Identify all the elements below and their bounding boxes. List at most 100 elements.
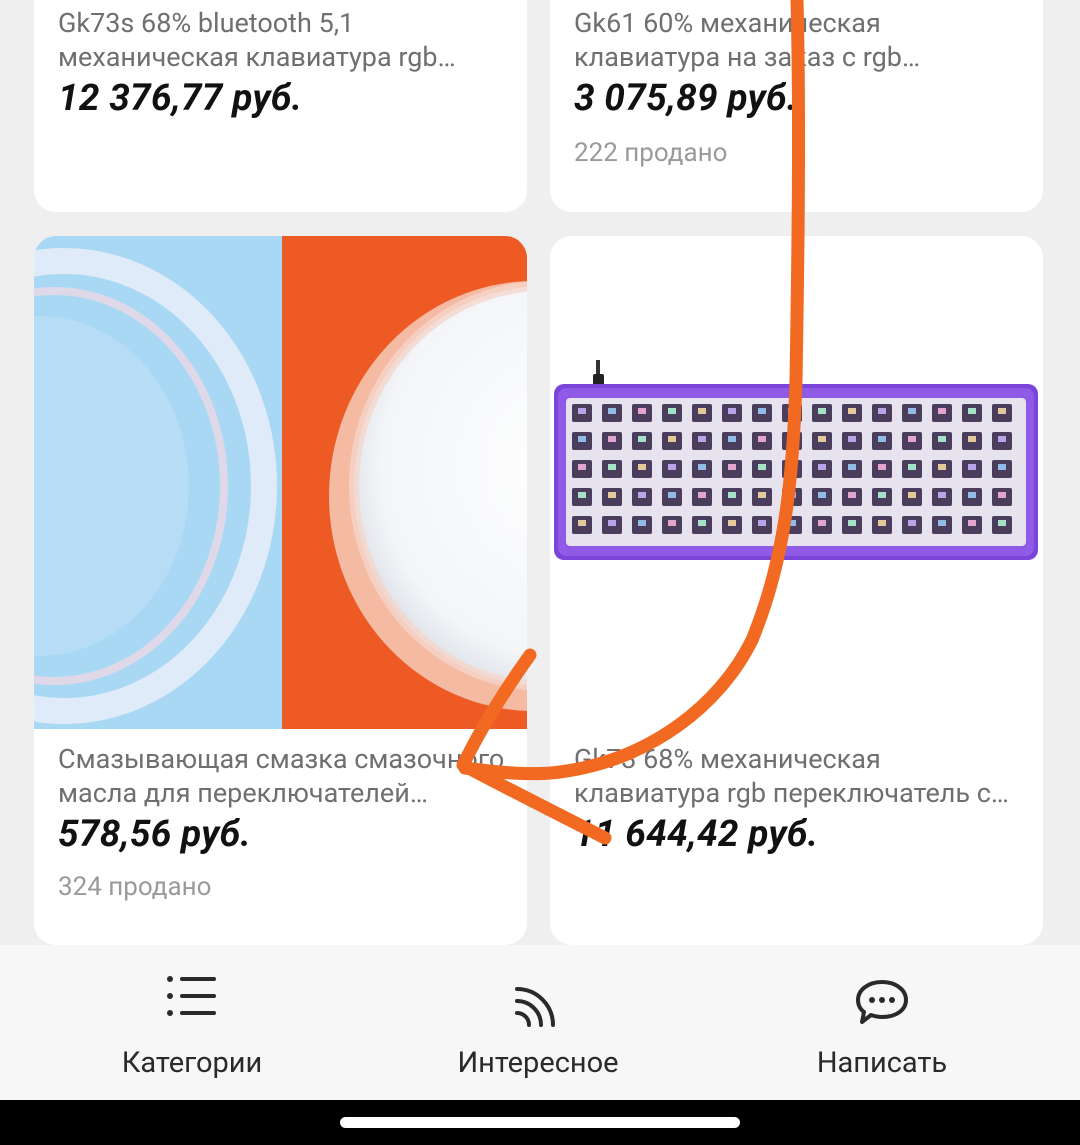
system-gesture-bar: [0, 1100, 1080, 1145]
key-led: [728, 520, 736, 526]
key-led: [938, 492, 946, 498]
key-led: [638, 436, 646, 442]
key-led: [908, 464, 916, 470]
key-led: [788, 492, 796, 498]
key-led: [728, 408, 736, 414]
key-led: [608, 520, 616, 526]
key-led: [668, 436, 676, 442]
key-led: [608, 492, 616, 498]
key-led: [578, 520, 586, 526]
nav-write[interactable]: Написать: [782, 945, 982, 1100]
key-led: [998, 408, 1006, 414]
key-led: [638, 492, 646, 498]
key-led: [728, 492, 736, 498]
key-led: [698, 492, 706, 498]
key-led: [848, 464, 856, 470]
key-led: [938, 408, 946, 414]
key-led: [788, 464, 796, 470]
key-led: [728, 436, 736, 442]
product-card[interactable]: Gk73 68% механическая клавиатура rgb пер…: [550, 236, 1043, 945]
key-led: [938, 520, 946, 526]
key-led: [818, 464, 826, 470]
key-led: [758, 408, 766, 414]
product-card[interactable]: Gk61 60% механическая клавиатура на зака…: [550, 0, 1043, 212]
key-led: [968, 408, 976, 414]
product-image[interactable]: [34, 236, 527, 729]
key-led: [998, 492, 1006, 498]
product-card[interactable]: Смазывающая смазка смазочного масла для …: [34, 236, 527, 945]
bottom-navigation: Категории Интересное Написать: [0, 945, 1080, 1100]
key-led: [668, 464, 676, 470]
key-led: [998, 436, 1006, 442]
key-led: [668, 408, 676, 414]
nav-label: Написать: [816, 1046, 948, 1080]
key-led: [938, 464, 946, 470]
key-led: [578, 408, 586, 414]
key-led: [578, 492, 586, 498]
key-led: [608, 408, 616, 414]
key-led: [878, 464, 886, 470]
keyboard-image: [550, 236, 1043, 729]
key-led: [758, 492, 766, 498]
home-indicator[interactable]: [340, 1117, 740, 1128]
key-led: [818, 408, 826, 414]
key-led: [698, 464, 706, 470]
key-led: [908, 492, 916, 498]
key-led: [668, 520, 676, 526]
sold-count: 324 продано: [58, 872, 212, 902]
key-led: [608, 464, 616, 470]
key-led: [908, 408, 916, 414]
key-led: [698, 408, 706, 414]
key-led: [968, 464, 976, 470]
key-led: [848, 436, 856, 442]
key-led: [668, 492, 676, 498]
key-led: [818, 436, 826, 442]
product-title: Gk73s 68% bluetooth 5,1 механическая кла…: [58, 7, 438, 73]
key-led: [878, 436, 886, 442]
key-led: [968, 492, 976, 498]
key-led: [848, 492, 856, 498]
product-price: 578,56 руб.: [58, 813, 252, 856]
key-led: [608, 436, 616, 442]
product-price: 11 644,42 руб.: [574, 813, 819, 856]
nav-interesting[interactable]: Интересное: [438, 945, 638, 1100]
nav-categories[interactable]: Категории: [92, 945, 292, 1100]
nav-label: Категории: [121, 1046, 263, 1080]
key-led: [818, 520, 826, 526]
list-icon: [166, 973, 218, 1023]
key-led: [758, 436, 766, 442]
key-led: [638, 520, 646, 526]
product-image[interactable]: [550, 236, 1043, 729]
key-led: [968, 520, 976, 526]
key-led: [788, 520, 796, 526]
key-led: [698, 520, 706, 526]
key-led: [878, 520, 886, 526]
key-led: [878, 408, 886, 414]
key-led: [908, 436, 916, 442]
key-led: [998, 464, 1006, 470]
key-led: [758, 464, 766, 470]
key-led: [878, 492, 886, 498]
product-price: 3 075,89 руб.: [574, 77, 798, 120]
key-led: [968, 436, 976, 442]
product-title: Смазывающая смазка смазочного масла для …: [58, 743, 505, 809]
key-led: [818, 492, 826, 498]
key-led: [728, 464, 736, 470]
sold-count: 222 продано: [574, 138, 728, 168]
key-led: [848, 520, 856, 526]
key-led: [578, 436, 586, 442]
key-led: [788, 408, 796, 414]
key-led: [578, 464, 586, 470]
product-card[interactable]: Gk73s 68% bluetooth 5,1 механическая кла…: [34, 0, 527, 212]
product-title: Gk73 68% механическая клавиатура rgb пер…: [574, 743, 991, 809]
chat-bubble-icon: [854, 978, 910, 1030]
product-title: Gk61 60% механическая клавиатура на зака…: [574, 7, 902, 73]
key-led: [638, 408, 646, 414]
nav-label: Интересное: [457, 1046, 619, 1080]
key-led: [908, 520, 916, 526]
key-led: [848, 408, 856, 414]
key-led: [758, 520, 766, 526]
key-led: [998, 520, 1006, 526]
feed-icon: [513, 979, 563, 1033]
product-price: 12 376,77 руб.: [58, 77, 303, 120]
